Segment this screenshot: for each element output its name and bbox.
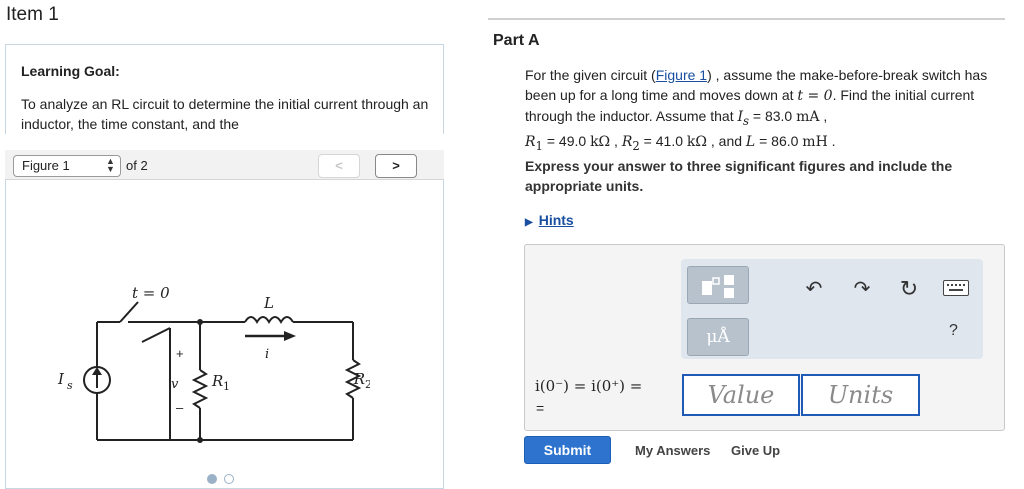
figure-page-dot[interactable] <box>224 474 234 484</box>
figure-count: of 2 <box>126 158 148 173</box>
select-arrows-icon: ▲ ▼ <box>106 156 115 174</box>
units-button[interactable]: μÅ <box>687 318 749 356</box>
learning-goal-text: To analyze an RL circuit to determine th… <box>21 96 429 132</box>
plus-sign: + <box>176 346 184 361</box>
top-divider <box>488 18 1005 20</box>
item-title: Item 1 <box>6 4 59 25</box>
learning-goal-title: Learning Goal: <box>21 63 120 79</box>
r1-label: R <box>211 372 223 390</box>
inductor-coil <box>244 316 294 324</box>
templates-icon <box>702 275 734 298</box>
current-arrow-head <box>284 331 296 341</box>
my-answers-link[interactable]: My Answers <box>635 443 710 458</box>
templates-button[interactable] <box>687 266 749 304</box>
help-icon[interactable]: ? <box>949 322 958 340</box>
undo-icon[interactable]: ↶ <box>801 276 827 302</box>
hints-link[interactable]: ▶ Hints <box>525 212 574 228</box>
junction-top <box>197 319 203 325</box>
r1-zigzag <box>191 369 209 409</box>
source-label: I <box>57 370 65 388</box>
junction-bottom <box>197 437 203 443</box>
voltage-label: v <box>171 377 179 392</box>
equation-label: i(0⁻) = i(0⁺) = <box>535 377 643 395</box>
give-up-link[interactable]: Give Up <box>731 443 780 458</box>
switch-label: t = 0 <box>132 284 170 302</box>
r2-label: R <box>353 370 365 388</box>
instruction-text: Express your answer to three significant… <box>525 158 953 194</box>
figure-link[interactable]: Figure 1 <box>656 67 707 83</box>
current-label: i <box>265 347 269 362</box>
switch-contact <box>141 327 171 343</box>
circuit-diagram: t = 0 L i I s v R 1 R 2 + – <box>57 284 370 443</box>
question-text: For the given circuit (Figure 1) , assum… <box>525 67 988 153</box>
r2-subscript: 2 <box>365 378 370 391</box>
figure-select-value: Figure 1 <box>22 158 70 173</box>
hints-label: Hints <box>538 212 574 228</box>
reset-icon[interactable]: ↻ <box>896 276 922 302</box>
prev-figure-button[interactable]: < <box>318 154 360 178</box>
inductor-label: L <box>263 294 274 312</box>
r1-subscript: 1 <box>223 380 230 393</box>
keyboard-icon[interactable] <box>943 280 969 296</box>
submit-button[interactable]: Submit <box>524 436 611 464</box>
switch-blade <box>119 301 139 323</box>
source-subscript: s <box>67 379 73 392</box>
value-input[interactable]: Value <box>682 374 800 416</box>
hints-arrow-icon: ▶ <box>525 217 533 228</box>
equals-sign: = <box>536 400 545 416</box>
redo-icon[interactable]: ↷ <box>849 276 875 302</box>
units-input[interactable]: Units <box>801 374 920 416</box>
next-figure-button[interactable]: > <box>375 154 417 178</box>
part-title: Part A <box>493 32 540 49</box>
figure-page-dot-active[interactable] <box>207 474 217 484</box>
figure-select[interactable]: Figure 1 <box>13 155 121 177</box>
minus-sign: – <box>176 400 184 415</box>
